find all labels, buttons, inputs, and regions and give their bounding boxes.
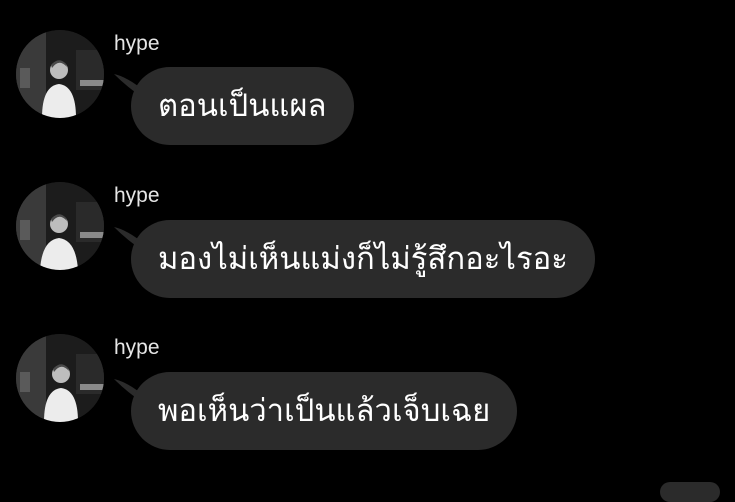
message-bubble[interactable]: มองไม่เห็นแม่งก็ไม่รู้สึกอะไรอะ — [131, 220, 595, 298]
message-bubble[interactable]: ตอนเป็นแผล — [131, 67, 354, 145]
sender-name: hype — [114, 184, 160, 207]
sender-avatar[interactable] — [16, 334, 104, 422]
next-message-bubble — [660, 482, 720, 502]
profile-photo-icon — [16, 30, 104, 118]
sender-name: hype — [114, 32, 160, 55]
sender-avatar[interactable] — [16, 182, 104, 270]
sender-avatar[interactable] — [16, 30, 104, 118]
profile-photo-icon — [16, 334, 104, 422]
profile-photo-icon — [16, 182, 104, 270]
message-bubble[interactable]: พอเห็นว่าเป็นแล้วเจ็บเฉย — [131, 372, 518, 450]
sender-name: hype — [114, 336, 160, 359]
